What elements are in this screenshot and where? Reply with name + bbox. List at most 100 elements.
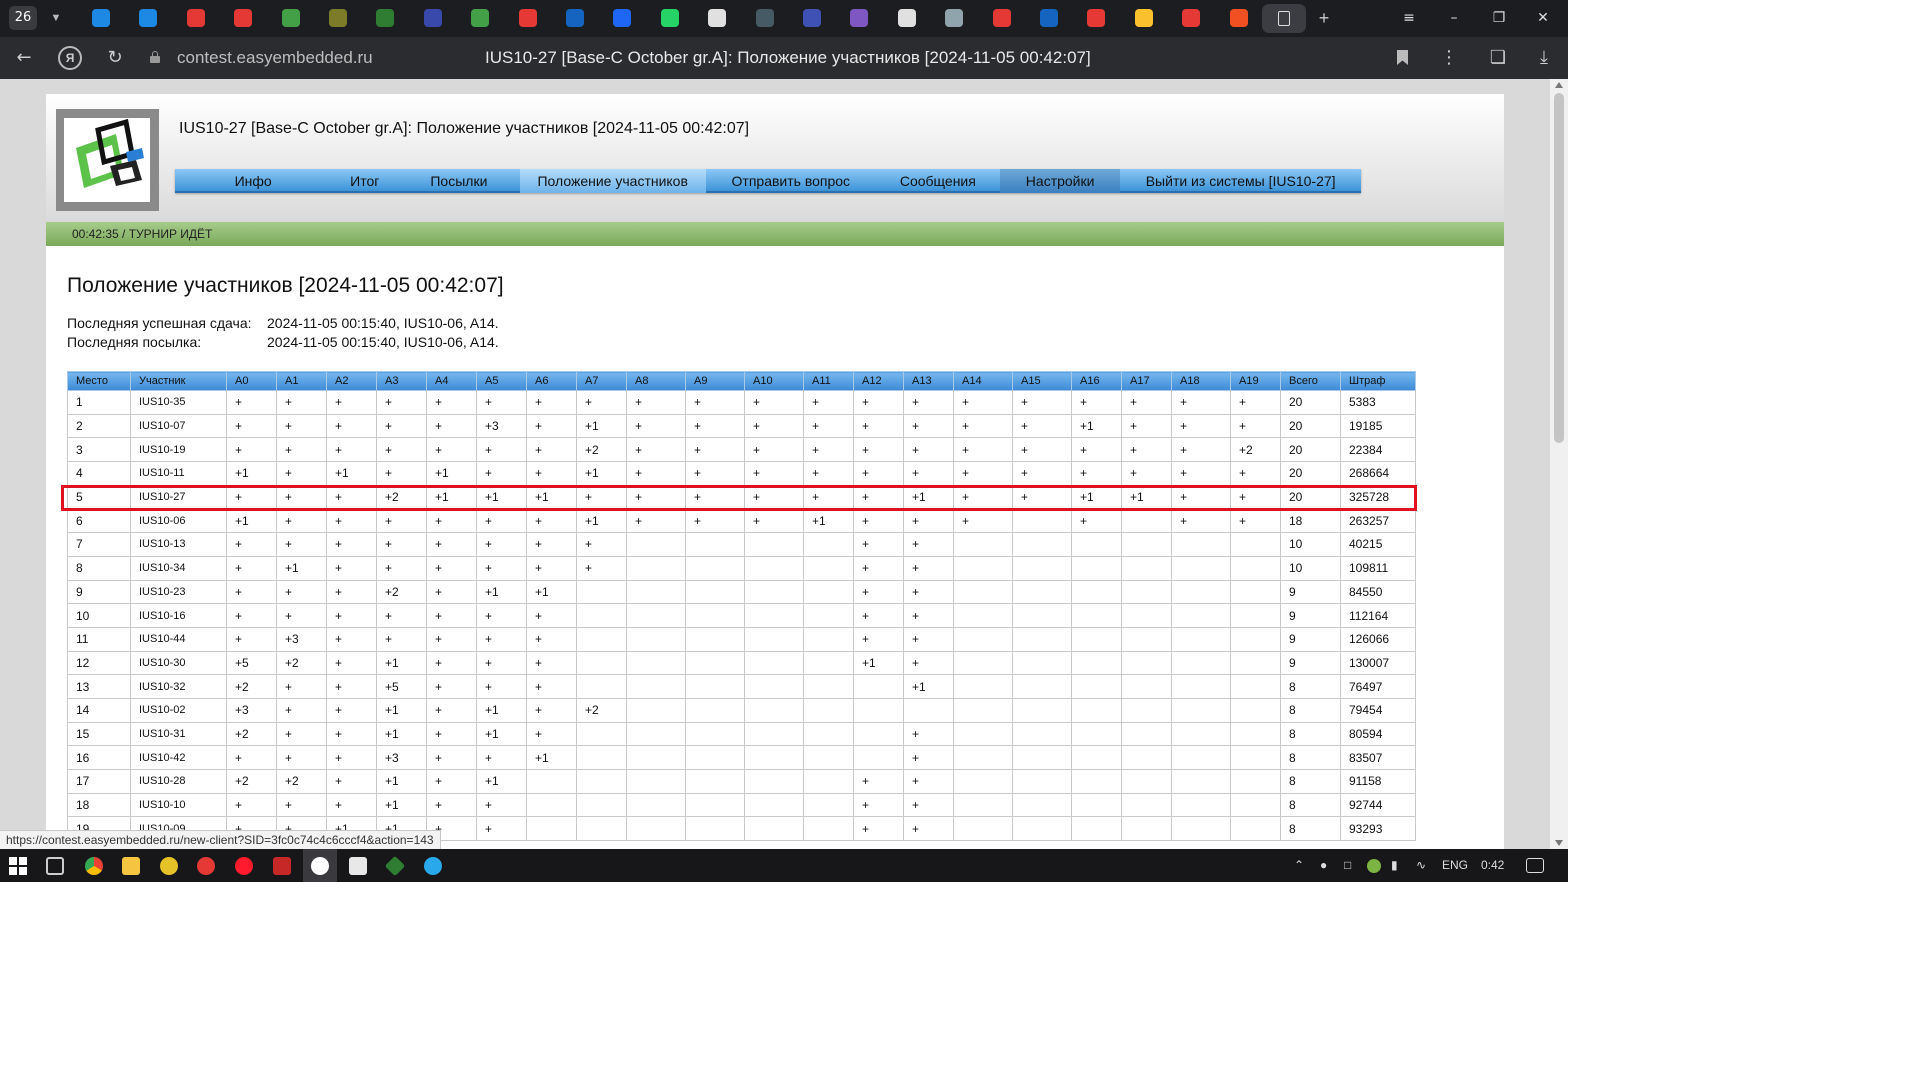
pinned-tab-favicon-icon[interactable] bbox=[803, 9, 821, 27]
column-header[interactable]: A13 bbox=[903, 371, 954, 391]
clock[interactable]: 0:42 bbox=[1481, 858, 1504, 872]
battery-icon[interactable]: ▮ bbox=[1391, 858, 1398, 872]
opera-icon[interactable] bbox=[235, 857, 253, 875]
menu-summary[interactable]: Итог bbox=[331, 169, 398, 193]
scroll-down-icon[interactable] bbox=[1555, 840, 1563, 846]
pinned-tab-favicon-icon[interactable] bbox=[92, 9, 110, 27]
column-header[interactable]: A15 bbox=[1012, 371, 1072, 391]
pinned-tab-favicon-icon[interactable] bbox=[755, 9, 774, 27]
column-header[interactable]: A4 bbox=[426, 371, 477, 391]
windows-start-icon[interactable] bbox=[9, 857, 27, 875]
back-icon[interactable]: ← bbox=[12, 46, 36, 70]
column-header[interactable]: A14 bbox=[953, 371, 1013, 391]
pinned-tab-favicon-icon[interactable] bbox=[139, 9, 158, 27]
downloads-icon[interactable]: ⤓ bbox=[1532, 46, 1556, 70]
pinned-tab-favicon-icon[interactable] bbox=[376, 9, 395, 27]
column-header[interactable]: A17 bbox=[1121, 371, 1172, 391]
tab-counter[interactable]: 26 bbox=[9, 6, 37, 30]
column-header[interactable]: Участник bbox=[130, 371, 227, 391]
column-header[interactable]: Всего bbox=[1280, 371, 1341, 391]
chrome-icon[interactable] bbox=[85, 857, 103, 875]
pinned-tab-favicon-icon[interactable] bbox=[1087, 9, 1106, 27]
pinned-tab-favicon-icon[interactable] bbox=[850, 9, 869, 27]
column-header[interactable]: A9 bbox=[685, 371, 745, 391]
file-explorer-icon[interactable] bbox=[122, 857, 140, 875]
tabs-dropdown-icon[interactable]: ▼ bbox=[46, 6, 66, 30]
pinned-tab-favicon-icon[interactable] bbox=[423, 9, 442, 27]
new-tab-icon[interactable]: + bbox=[1313, 7, 1335, 29]
column-header[interactable]: A5 bbox=[476, 371, 527, 391]
column-header[interactable]: A19 bbox=[1230, 371, 1281, 391]
pinned-tab-favicon-icon[interactable] bbox=[897, 9, 916, 27]
column-header[interactable]: A8 bbox=[626, 371, 686, 391]
tray-chevron-icon[interactable]: ⌃ bbox=[1294, 858, 1304, 872]
menu-ask-question[interactable]: Отправить вопрос bbox=[706, 169, 876, 193]
column-header[interactable]: A18 bbox=[1171, 371, 1231, 391]
maximize-icon[interactable]: ❐ bbox=[1488, 7, 1510, 29]
page-scrollbar[interactable] bbox=[1550, 79, 1568, 849]
scroll-up-icon[interactable] bbox=[1555, 82, 1563, 88]
collections-icon[interactable]: ❏ bbox=[1486, 46, 1510, 70]
pinned-tab-favicon-icon[interactable] bbox=[613, 9, 632, 27]
pinned-tab-favicon-icon[interactable] bbox=[708, 9, 727, 27]
tray-app-icon[interactable]: □ bbox=[1344, 858, 1351, 872]
pinned-tab-favicon-icon[interactable] bbox=[1040, 9, 1058, 27]
pinned-tab-favicon-icon[interactable] bbox=[1182, 9, 1201, 27]
menu-logout[interactable]: Выйти из системы [IUS10-27] bbox=[1120, 169, 1361, 193]
wifi-icon[interactable]: ∿ bbox=[1416, 858, 1426, 872]
pinned-tab-favicon-icon[interactable] bbox=[1134, 9, 1153, 27]
pinned-tab-favicon-icon[interactable] bbox=[281, 9, 300, 27]
notifications-icon[interactable] bbox=[1526, 858, 1544, 873]
column-header[interactable]: A12 bbox=[853, 371, 904, 391]
telegram-icon[interactable] bbox=[424, 857, 442, 875]
column-header[interactable]: A1 bbox=[276, 371, 327, 391]
column-header[interactable]: Место bbox=[67, 371, 131, 391]
app-icon[interactable] bbox=[384, 855, 406, 877]
yandex-browser-icon[interactable] bbox=[311, 857, 329, 875]
menu-standings[interactable]: Положение участников bbox=[519, 169, 706, 193]
pinned-tab-favicon-icon[interactable] bbox=[945, 9, 964, 27]
microphone-icon[interactable]: ● bbox=[1320, 858, 1327, 872]
pinned-tab-favicon-icon[interactable] bbox=[234, 9, 253, 27]
minimize-icon[interactable]: – bbox=[1443, 7, 1465, 29]
column-header[interactable]: A0 bbox=[226, 371, 277, 391]
column-header[interactable]: A11 bbox=[803, 371, 854, 391]
more-icon[interactable]: ⋮ bbox=[1437, 46, 1461, 70]
app-icon[interactable] bbox=[160, 857, 178, 875]
pinned-tab-favicon-icon[interactable] bbox=[186, 9, 205, 27]
pinned-tab-favicon-icon[interactable] bbox=[471, 9, 490, 27]
table-cell: + bbox=[326, 390, 377, 415]
pinned-tab-favicon-icon[interactable] bbox=[992, 9, 1011, 27]
yandex-icon[interactable]: Я bbox=[58, 46, 82, 70]
app-icon[interactable] bbox=[349, 857, 367, 875]
column-header[interactable]: A7 bbox=[576, 371, 627, 391]
close-icon[interactable]: ✕ bbox=[1532, 7, 1554, 29]
app-icon[interactable] bbox=[273, 857, 291, 875]
language-indicator[interactable]: ENG bbox=[1442, 858, 1468, 872]
menu-settings[interactable]: Настройки bbox=[999, 169, 1121, 193]
column-header[interactable]: A3 bbox=[376, 371, 427, 391]
menu-info[interactable]: Инфо bbox=[175, 169, 331, 193]
active-tab[interactable] bbox=[1262, 4, 1306, 33]
pinned-tab-favicon-icon[interactable] bbox=[660, 9, 679, 27]
header-title: IUS10-27 [Base-C October gr.A]: Положени… bbox=[179, 120, 750, 137]
task-view-icon[interactable] bbox=[46, 857, 64, 875]
url-field[interactable]: contest.easyembedded.ru IUS10-27 [Base-C… bbox=[140, 43, 1420, 73]
table-cell: +1 bbox=[376, 792, 427, 818]
reload-icon[interactable]: ↻ bbox=[103, 46, 127, 70]
column-header[interactable]: A16 bbox=[1071, 371, 1122, 391]
scrollbar-thumb[interactable] bbox=[1554, 93, 1564, 443]
menu-messages[interactable]: Сообщения bbox=[876, 169, 1000, 193]
pinned-tab-favicon-icon[interactable] bbox=[329, 9, 347, 27]
column-header[interactable]: A6 bbox=[526, 371, 577, 391]
menu-submissions[interactable]: Посылки bbox=[398, 169, 519, 193]
pinned-tab-favicon-icon[interactable] bbox=[518, 9, 537, 27]
column-header[interactable]: A10 bbox=[744, 371, 804, 391]
column-header[interactable]: A2 bbox=[326, 371, 377, 391]
tray-app-icon[interactable] bbox=[1367, 859, 1381, 873]
pinned-tab-favicon-icon[interactable] bbox=[1229, 9, 1248, 27]
menu-icon[interactable]: ≡ bbox=[1398, 7, 1420, 29]
yandex-app-icon[interactable] bbox=[197, 857, 215, 875]
pinned-tab-favicon-icon[interactable] bbox=[566, 9, 584, 27]
column-header[interactable]: Штраф bbox=[1340, 371, 1416, 391]
